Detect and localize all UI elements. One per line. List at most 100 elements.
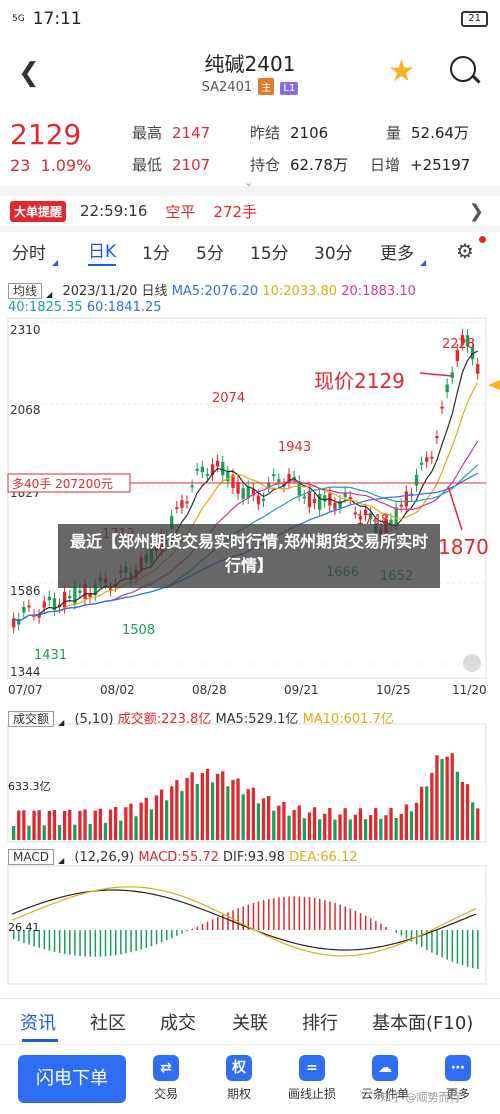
macd-histogram-bar <box>64 930 66 954</box>
macd-histogram-bar <box>140 930 142 950</box>
date-label: 09/21 <box>284 683 319 697</box>
volume-bar <box>103 822 108 840</box>
candle-body <box>440 406 444 409</box>
volume-bar <box>277 805 281 840</box>
macd-histogram-bar <box>466 930 469 967</box>
tab-trades[interactable]: 成交 <box>160 1009 196 1035</box>
volume-bar <box>465 784 470 840</box>
volume-bar <box>338 814 342 840</box>
macd-histogram-bar <box>99 930 102 957</box>
tab-news[interactable]: 资讯 <box>20 1009 56 1035</box>
macd-histogram-bar <box>120 930 122 955</box>
volume-bar <box>68 809 72 840</box>
macd-histogram-bar <box>69 930 71 955</box>
active-tab-underline <box>22 1039 58 1042</box>
news-overlay-banner[interactable]: 最近【郑州期货交易实时行情,郑州期货交易所实时行情】 <box>58 524 440 588</box>
options-icon: 权 <box>226 1055 252 1081</box>
date-label: 11/20 <box>452 683 487 697</box>
macd-histogram-bar <box>283 896 285 930</box>
tab-ranking[interactable]: 排行 <box>302 1009 338 1035</box>
candle-body <box>27 605 31 608</box>
volume-bar <box>389 807 393 840</box>
macd-histogram-bar <box>176 930 178 936</box>
macd-histogram-bar <box>395 930 397 933</box>
price-axis-label: 1344 <box>10 665 41 679</box>
trade-button[interactable]: ⇄ 交易 <box>131 1055 201 1102</box>
volume-bar <box>180 790 184 840</box>
volume-bar <box>471 802 475 840</box>
tab-fundamentals[interactable]: 基本面(F10) <box>372 1009 473 1035</box>
tab-community[interactable]: 社区 <box>90 1009 126 1035</box>
volume-bar <box>318 819 322 840</box>
candle-body <box>42 601 46 608</box>
macd-histogram-bar <box>288 896 290 930</box>
high-label: 2074 <box>212 391 245 406</box>
macd-histogram-bar <box>79 930 81 957</box>
volume-bar <box>32 810 36 840</box>
draw-stoploss-button[interactable]: = 画线止损 <box>277 1055 347 1102</box>
volume-bar <box>450 753 454 840</box>
volume-bar <box>216 773 220 840</box>
volume-bar <box>246 789 250 840</box>
volume-bar <box>83 809 87 840</box>
more-icon: ⋯ <box>445 1055 471 1081</box>
dea-line <box>11 886 477 957</box>
macd-histogram-bar <box>104 930 107 957</box>
volume-bar <box>205 768 210 840</box>
volume-mode-selector[interactable]: 成交额 <box>8 711 55 727</box>
candle-body <box>63 591 67 608</box>
macd-params: (12,26,9) <box>74 850 135 865</box>
macd-histogram-bar <box>217 916 219 930</box>
volume-bar <box>124 807 128 840</box>
volume-bar <box>394 817 398 840</box>
candle-body <box>78 590 82 593</box>
volume-bar <box>440 758 444 840</box>
macd-histogram-bar <box>43 930 46 950</box>
dea-value: DEA:66.12 <box>289 850 358 865</box>
macd-histogram-bar <box>319 898 321 930</box>
candle-body <box>420 462 424 465</box>
volume-bar <box>312 807 317 840</box>
macd-legend: MACD ◢ (12,26,9) MACD:55.72 DIF:93.98 DE… <box>0 849 500 865</box>
price-axis-label: 2310 <box>10 323 41 337</box>
macd-histogram-bar <box>334 902 336 930</box>
candle-body <box>175 507 179 510</box>
price-axis-label: 2068 <box>10 403 41 417</box>
candle-body <box>22 606 26 613</box>
volume-bar <box>226 786 230 840</box>
volume-bar <box>251 787 255 840</box>
volume-bar <box>476 808 480 840</box>
date-label: 07/07 <box>8 683 43 697</box>
candle-body <box>425 457 429 462</box>
macd-histogram-bar <box>125 930 127 954</box>
volume-bar <box>420 786 424 840</box>
volume-bar <box>435 755 439 840</box>
volume-params: (5,10) <box>74 712 114 727</box>
volume-bar <box>88 824 92 840</box>
date-label: 10/25 <box>376 683 411 697</box>
volume-bar <box>328 807 332 840</box>
zoom-control-icon[interactable] <box>463 654 481 672</box>
macd-histogram-bar <box>472 930 474 968</box>
macd-histogram-bar <box>298 896 301 930</box>
macd-histogram-bar <box>130 930 132 953</box>
macd-histogram-bar <box>278 897 280 930</box>
flash-order-button[interactable]: 闪电下单 <box>18 1055 126 1103</box>
kline-chart[interactable]: 2310 2068 1827 1586 1344 07/07 08/02 08/… <box>0 0 500 998</box>
macd-histogram-bar <box>431 930 433 953</box>
macd-histogram-bar <box>150 930 153 947</box>
volume-bar <box>170 786 174 840</box>
volume-bar <box>399 813 403 840</box>
volume-bar <box>267 796 271 840</box>
volume-bar <box>425 786 429 840</box>
shield-icon: = <box>299 1055 325 1081</box>
macd-mode-selector[interactable]: MACD <box>8 849 54 865</box>
tab-related[interactable]: 关联 <box>232 1009 268 1035</box>
macd-histogram-bar <box>186 930 188 932</box>
volume-bar <box>134 816 138 840</box>
candle-body <box>241 488 245 499</box>
options-button[interactable]: 权期权 <box>204 1055 274 1102</box>
volume-bar <box>144 797 148 840</box>
volume-amount: 成交额:223.8亿 <box>117 712 212 727</box>
volume-bar <box>165 800 169 840</box>
